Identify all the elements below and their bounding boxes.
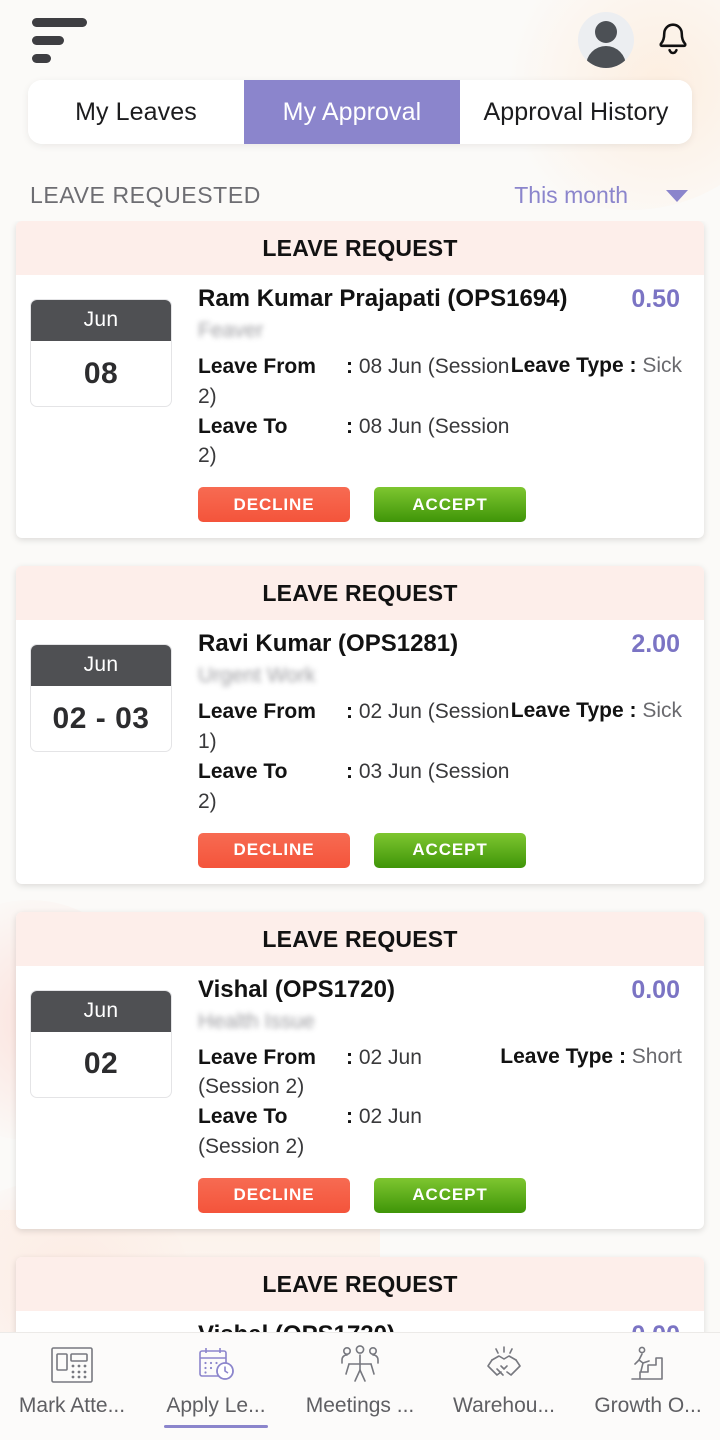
leave-type-field: Leave Type : Short [500, 1044, 682, 1068]
card-body: Jun 02 Vishal (OPS1720) 0.00 Health Issu… [16, 966, 704, 1229]
card-body: Jun 08 Ram Kumar Prajapati (OPS1694) 0.5… [16, 275, 704, 538]
app-root: My Leaves My Approval Approval History L… [0, 0, 720, 1440]
card-body: Jun 05 Vishal (OPS1720) 0.00 Health Issu… [16, 1311, 704, 1332]
card-actions: DECLINE ACCEPT [198, 1177, 690, 1213]
leave-type-label: Leave Type [510, 354, 624, 377]
date-badge-month: Jun [31, 990, 171, 1032]
card-body: Jun 02 - 03 Ravi Kumar (OPS1281) 2.00 Ur… [16, 620, 704, 883]
chevron-down-icon [666, 189, 688, 202]
page-title: LEAVE REQUESTED [30, 182, 261, 208]
handshake-icon [481, 1343, 527, 1387]
request-details: Ram Kumar Prajapati (OPS1694) 0.50 Feave… [172, 285, 690, 523]
nav-label: Meetings ... [305, 1394, 415, 1417]
card-actions: DECLINE ACCEPT [198, 832, 690, 868]
accept-button[interactable]: ACCEPT [374, 832, 526, 868]
bottom-navigation: Mark Atte... Apply Le... Meetings ... Wa… [0, 1332, 720, 1440]
card-header-title: LEAVE REQUEST [16, 911, 704, 966]
request-details: Vishal (OPS1720) 0.00 Health Issue Leave… [172, 1321, 690, 1332]
leave-type-label: Leave Type [510, 699, 624, 723]
tab-my-leaves[interactable]: My Leaves [28, 80, 244, 144]
growth-stairs-icon [626, 1343, 670, 1387]
leave-to-label: Leave To [198, 759, 288, 783]
accept-button[interactable]: ACCEPT [374, 1177, 526, 1213]
leave-request-card[interactable]: LEAVE REQUEST Jun 08 Ram Kumar Prajapati… [16, 221, 704, 539]
request-details: Vishal (OPS1720) 0.00 Health Issue Leave… [172, 976, 690, 1213]
tab-my-approval[interactable]: My Approval [244, 80, 460, 144]
leave-days-count: 2.00 [631, 630, 680, 659]
leave-type-value: Sick [642, 354, 682, 377]
top-bar-actions [578, 12, 694, 68]
employee-name: Ravi Kumar (OPS1281) [198, 630, 459, 658]
card-header-title: LEAVE REQUEST [16, 221, 704, 275]
leave-days-count: 0.50 [631, 285, 680, 313]
leave-dates: Leave From: 02 Jun (Session 2) Leave To:… [198, 1043, 500, 1162]
user-avatar-icon[interactable] [578, 12, 634, 68]
leave-reason: Health Issue [198, 1009, 315, 1033]
date-badge-day: 02 [83, 1047, 119, 1080]
section-header-row: LEAVE REQUESTED This month [0, 144, 720, 221]
leave-type-label: Leave Type [500, 1044, 614, 1068]
leave-to-label: Leave To [198, 414, 288, 438]
nav-label: Apply Le... [166, 1394, 266, 1417]
leave-reason: Feaver [198, 319, 264, 342]
leave-type-field: Leave Type : Sick [510, 699, 682, 723]
nav-item-apply-leave[interactable]: Apply Le... [144, 1343, 288, 1426]
decline-button[interactable]: DECLINE [198, 487, 350, 523]
card-header-title: LEAVE REQUEST [16, 566, 704, 621]
leave-type-field: Leave Type : Sick [510, 354, 682, 377]
date-badge: Jun 08 [30, 299, 172, 407]
employee-name: Ram Kumar Prajapati (OPS1694) [198, 285, 568, 312]
nav-item-meetings[interactable]: Meetings ... [288, 1343, 432, 1426]
hamburger-menu-icon[interactable] [30, 14, 89, 67]
employee-name: Vishal (OPS1720) [198, 1321, 395, 1332]
leave-from-label: Leave From [198, 355, 316, 378]
card-header-title: LEAVE REQUEST [16, 1256, 704, 1311]
leave-request-card[interactable]: LEAVE REQUEST Jun 02 - 03 Ravi Kumar (OP… [16, 566, 704, 884]
leave-dates: Leave From: 02 Jun (Session 1) Leave To:… [198, 697, 511, 816]
leave-days-count: 0.00 [631, 1321, 690, 1332]
leave-reason: Urgent Work [198, 664, 316, 688]
attendance-machine-icon [50, 1343, 94, 1387]
notification-bell-icon[interactable] [652, 19, 694, 61]
leave-type-value: Short [631, 1044, 682, 1068]
leave-from-label: Leave From [198, 1045, 316, 1069]
nav-item-growth[interactable]: Growth O... [576, 1343, 720, 1426]
decline-button[interactable]: DECLINE [198, 1177, 350, 1213]
leave-type-value: Sick [642, 699, 682, 723]
period-filter-dropdown[interactable]: This month [514, 182, 694, 209]
date-badge-day: 02 - 03 [52, 701, 150, 735]
date-badge-month: Jun [31, 300, 171, 341]
people-meeting-icon [337, 1343, 383, 1387]
date-badge: Jun 02 [30, 989, 172, 1098]
nav-label: Mark Atte... [18, 1394, 126, 1417]
tab-bar: My Leaves My Approval Approval History [28, 80, 692, 144]
request-details: Ravi Kumar (OPS1281) 2.00 Urgent Work Le… [172, 630, 690, 868]
nav-item-warehouse[interactable]: Warehou... [432, 1343, 576, 1426]
tab-approval-history[interactable]: Approval History [460, 80, 692, 144]
nav-label: Warehou... [453, 1394, 555, 1417]
nav-label: Growth O... [594, 1394, 702, 1417]
accept-button[interactable]: ACCEPT [374, 487, 526, 523]
period-filter-value: This month [514, 182, 628, 208]
card-actions: DECLINE ACCEPT [198, 487, 690, 523]
leave-request-card[interactable]: LEAVE REQUEST Jun 02 Vishal (OPS1720) 0.… [16, 911, 704, 1229]
leave-to-label: Leave To [198, 1105, 288, 1129]
decline-button[interactable]: DECLINE [198, 832, 350, 868]
tab-bar-wrapper: My Leaves My Approval Approval History [0, 80, 720, 144]
date-badge-month: Jun [31, 645, 171, 687]
leave-request-card[interactable]: LEAVE REQUEST Jun 05 Vishal (OPS1720) 0.… [16, 1256, 704, 1332]
leave-dates: Leave From: 08 Jun (Session 2) Leave To:… [198, 352, 511, 471]
date-badge-day: 08 [83, 356, 119, 390]
leave-request-list[interactable]: LEAVE REQUEST Jun 08 Ram Kumar Prajapati… [0, 221, 720, 1332]
calendar-clock-icon [194, 1343, 238, 1387]
leave-days-count: 0.00 [631, 975, 680, 1004]
top-bar [0, 0, 720, 80]
nav-item-mark-attendance[interactable]: Mark Atte... [0, 1343, 144, 1426]
employee-name: Vishal (OPS1720) [198, 975, 395, 1003]
date-badge: Jun 02 - 03 [30, 644, 172, 753]
leave-from-label: Leave From [198, 700, 316, 724]
